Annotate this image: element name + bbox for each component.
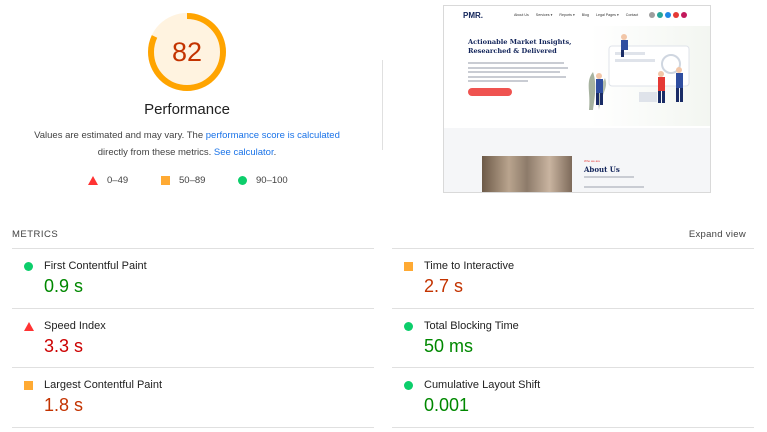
metrics-divider <box>392 308 754 309</box>
thumbnail-nav-item: About Us <box>514 13 529 17</box>
metric-name: First Contentful Paint <box>44 260 147 272</box>
thumbnail-logo: PMR. <box>463 11 483 20</box>
performance-title: Performance <box>144 101 230 118</box>
final-screenshot-thumbnail[interactable]: PMR. About Us Services ▾ Reports ▾ Blog Lega… <box>443 5 711 193</box>
thumbnail-about-title: About Us <box>584 165 620 174</box>
metrics-divider <box>12 308 374 309</box>
thumbnail-cta-button <box>468 88 512 96</box>
social-icon <box>657 12 663 18</box>
description-period: . <box>273 147 277 158</box>
section-divider <box>382 60 383 150</box>
red-triangle-icon <box>24 322 34 331</box>
green-circle-icon <box>404 322 413 331</box>
green-circle-icon <box>404 381 413 390</box>
search-icon <box>649 12 655 18</box>
thumbnail-about-underline <box>584 176 634 178</box>
thumbnail-nav-item: Legal Pages ▾ <box>595 13 619 17</box>
metric-value: 0.9 s <box>44 276 84 296</box>
metric-largest-contentful-paint: Largest Contentful Paint 1.8 s <box>12 369 372 427</box>
thumbnail-hero-illustration <box>588 34 690 110</box>
thumbnail-nav-items: About Us Services ▾ Reports ▾ Blog Legal Pag… <box>514 13 638 17</box>
metric-name: Total Blocking Time <box>424 320 519 332</box>
social-icon <box>681 12 687 18</box>
metric-total-blocking-time: Total Blocking Time 50 ms <box>392 310 752 368</box>
thumbnail-about-photo <box>482 156 572 192</box>
green-circle-icon <box>24 262 33 271</box>
performance-score-gauge: 82 <box>147 12 227 92</box>
green-circle-icon <box>238 176 247 185</box>
metric-name: Time to Interactive <box>424 260 515 272</box>
metric-speed-index: Speed Index 3.3 s <box>12 310 372 368</box>
metric-time-to-interactive: Time to Interactive 2.7 s <box>392 250 752 308</box>
thumbnail-nav-item: Blog <box>581 13 589 17</box>
metric-value: 1.8 s <box>44 395 84 415</box>
description-text-2: directly from these metrics. <box>97 147 214 158</box>
performance-score-link[interactable]: performance score is calculated <box>206 130 340 141</box>
legend-fail: 0–49 <box>88 175 128 186</box>
legend-pass: 90–100 <box>238 175 288 186</box>
metrics-divider <box>12 248 374 249</box>
thumbnail-nav-item: Contact <box>625 13 639 17</box>
score-description: Values are estimated and may vary. The p… <box>22 127 352 161</box>
orange-square-icon <box>161 176 170 185</box>
metric-value: 50 ms <box>424 336 474 356</box>
metric-value: 0.001 <box>424 395 470 415</box>
thumbnail-navbar: PMR. About Us Services ▾ Reports ▾ Blog Lega… <box>444 6 710 26</box>
thumbnail-hero: Actionable Market Insights, Researched &… <box>444 26 710 126</box>
metric-value: 3.3 s <box>44 336 84 356</box>
metric-name: Speed Index <box>44 320 106 332</box>
metrics-divider <box>392 248 754 249</box>
thumbnail-social-icons <box>649 12 687 18</box>
description-text: Values are estimated and may vary. The <box>34 130 206 141</box>
thumbnail-headline: Actionable Market Insights, Researched &… <box>468 38 572 55</box>
legend-average-label: 50–89 <box>179 175 206 186</box>
expand-view-button[interactable]: Expand view <box>689 229 746 240</box>
metrics-divider <box>12 427 374 428</box>
social-icon <box>673 12 679 18</box>
metric-name: Largest Contentful Paint <box>44 379 163 391</box>
calculator-link[interactable]: See calculator <box>214 147 274 158</box>
thumbnail-nav-item: Reports ▾ <box>559 13 575 17</box>
score-legend: 0–49 50–89 90–100 <box>0 175 374 189</box>
thumbnail-nav-item: Services ▾ <box>535 13 553 17</box>
legend-fail-label: 0–49 <box>107 175 129 186</box>
thumbnail-about-text <box>584 186 644 188</box>
orange-square-icon <box>24 381 33 390</box>
metrics-divider <box>392 427 754 428</box>
orange-square-icon <box>404 262 413 271</box>
metrics-heading: METRICS <box>12 229 59 240</box>
legend-pass-label: 90–100 <box>256 175 288 186</box>
red-triangle-icon <box>88 176 98 185</box>
performance-score-value: 82 <box>171 36 203 67</box>
thumbnail-paragraph <box>468 62 568 85</box>
metric-cumulative-layout-shift: Cumulative Layout Shift 0.001 <box>392 369 752 427</box>
metric-name: Cumulative Layout Shift <box>424 379 541 391</box>
metric-first-contentful-paint: First Contentful Paint 0.9 s <box>12 250 372 308</box>
social-icon <box>665 12 671 18</box>
metric-value: 2.7 s <box>424 276 464 296</box>
legend-average: 50–89 <box>161 175 205 186</box>
thumbnail-about-kicker: Who we are <box>584 159 601 163</box>
